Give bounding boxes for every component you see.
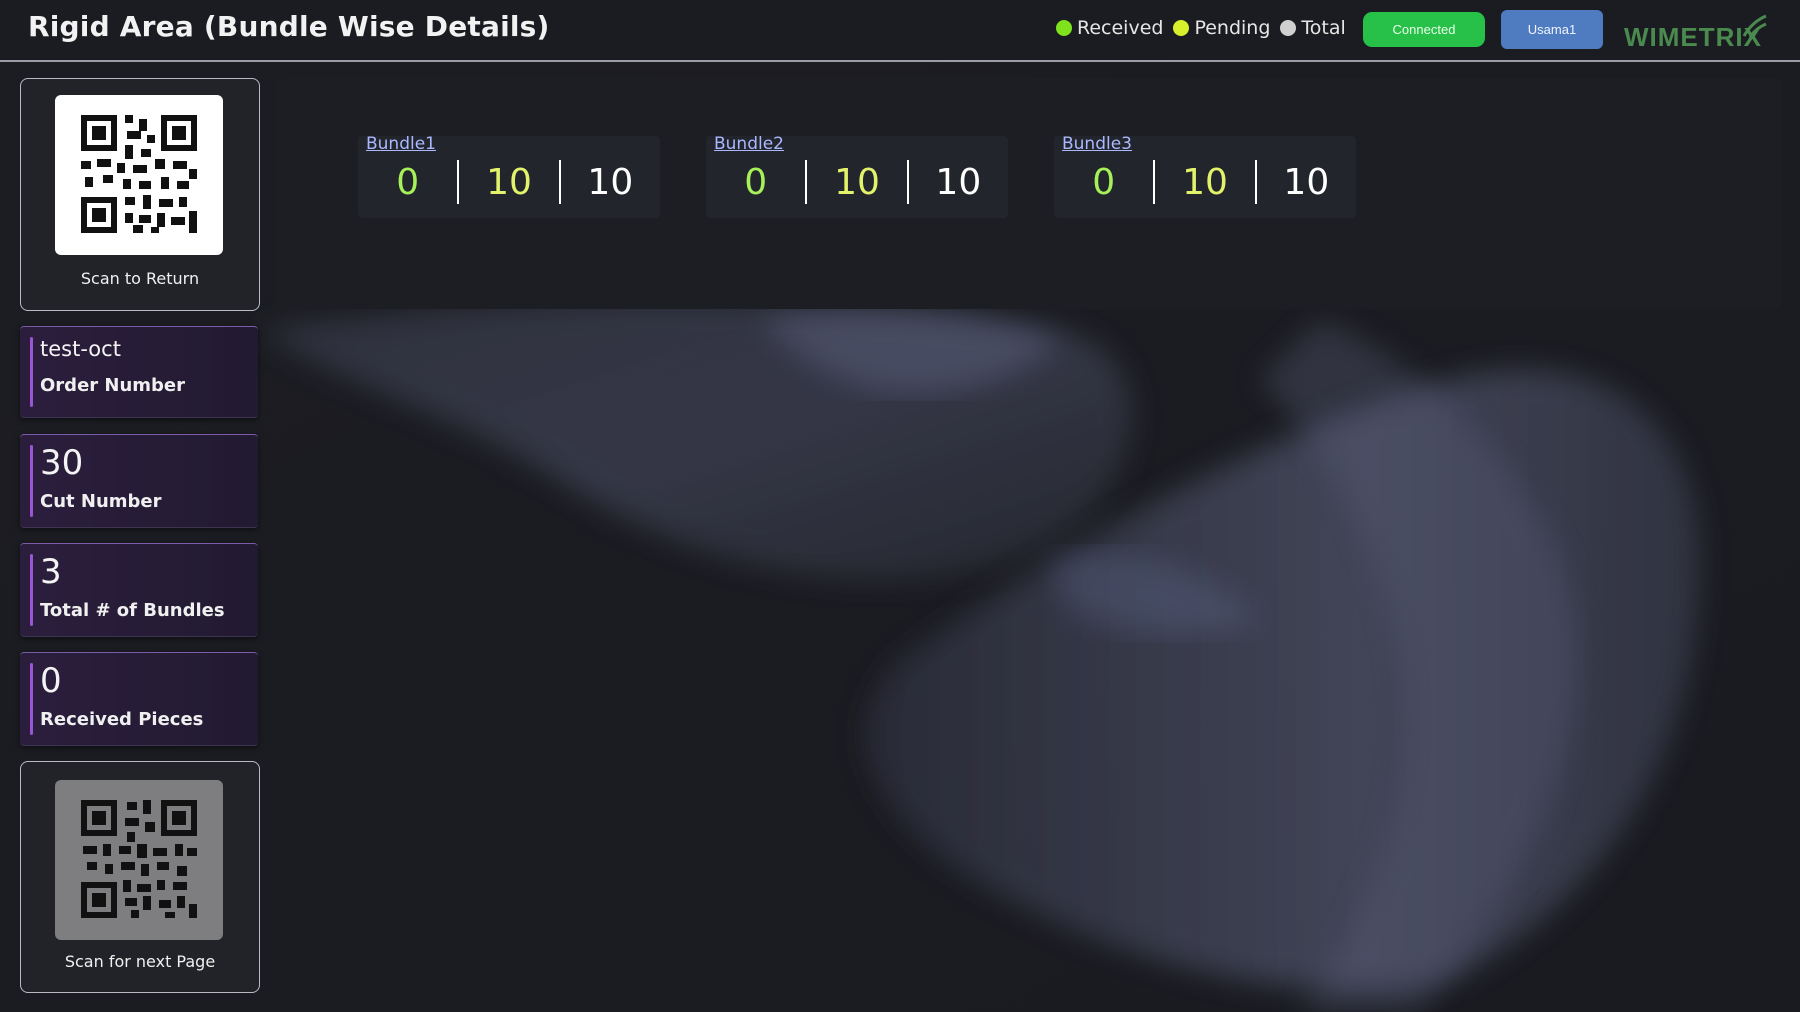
bundle-link[interactable]: Bundle3 (1058, 134, 1136, 154)
page-title: Rigid Area (Bundle Wise Details) (28, 10, 550, 43)
signal-icon (1742, 14, 1767, 38)
legend-label-total: Total (1301, 17, 1346, 39)
order-number-label: Order Number (40, 375, 186, 396)
total-dot-icon (1280, 20, 1297, 36)
return-qr-code[interactable] (55, 95, 223, 255)
next-page-qr-card[interactable]: Scan for next Page (20, 761, 260, 993)
accent-bar (30, 554, 33, 626)
order-number-card: test-oct Order Number (20, 326, 258, 418)
received-pieces-value: 0 (40, 661, 62, 701)
user-button[interactable]: Usama1 (1501, 10, 1603, 49)
bundle-link[interactable]: Bundle2 (710, 134, 788, 154)
legend-item-received: Received (1056, 17, 1163, 39)
bundle-values: 0 10 10 (1054, 156, 1356, 208)
return-qr-label: Scan to Return (80, 269, 200, 288)
received-pieces-label: Received Pieces (40, 709, 204, 730)
accent-bar (30, 663, 33, 735)
cut-number-card: 30 Cut Number (20, 434, 258, 528)
qr-code-icon (81, 800, 197, 918)
wimetrix-logo: WIMETRIX (1624, 10, 1774, 52)
qr-code-icon (81, 115, 197, 233)
pending-dot-icon (1173, 20, 1190, 36)
bundle-values: 0 10 10 (358, 156, 660, 208)
bundle-card: Bundle1 0 10 10 (358, 134, 660, 218)
bundle-link[interactable]: Bundle1 (362, 134, 440, 154)
status-legend: Received Pending Total (1056, 17, 1346, 39)
bundle-received-value: 0 (396, 161, 420, 203)
bundle-pending-value: 10 (834, 161, 880, 203)
next-page-qr-label: Scan for next Page (64, 952, 216, 971)
cut-number-label: Cut Number (40, 491, 162, 512)
bundle-card: Bundle3 0 10 10 (1054, 134, 1356, 218)
bundle-card: Bundle2 0 10 10 (706, 134, 1008, 218)
bundle-received-value: 0 (1092, 161, 1116, 203)
bundle-total-value: 10 (1283, 161, 1330, 203)
bundle-total-value: 10 (587, 161, 634, 203)
bundles-panel: Bundle1 0 10 10 Bundle2 0 10 10 Bundle3 … (276, 78, 1782, 309)
return-qr-card[interactable]: Scan to Return (20, 78, 260, 311)
legend-label-pending: Pending (1194, 17, 1271, 39)
accent-bar (30, 337, 33, 407)
legend-item-total: Total (1280, 17, 1346, 39)
received-dot-icon (1056, 20, 1072, 36)
legend-label-received: Received (1077, 17, 1164, 39)
bundle-received-value: 0 (744, 161, 768, 203)
connection-status-button[interactable]: Connected (1363, 12, 1485, 47)
total-bundles-label: Total # of Bundles (40, 600, 225, 621)
bundle-total-value: 10 (935, 161, 982, 203)
top-bar: Rigid Area (Bundle Wise Details) Receive… (0, 0, 1800, 62)
next-page-qr-code[interactable] (55, 780, 223, 940)
total-bundles-value: 3 (40, 552, 62, 592)
accent-bar (30, 445, 33, 517)
order-number-value: test-oct (40, 337, 121, 361)
received-pieces-card: 0 Received Pieces (20, 652, 258, 746)
bundle-values: 0 10 10 (706, 156, 1008, 208)
legend-item-pending: Pending (1173, 17, 1270, 39)
bundle-pending-value: 10 (486, 161, 532, 203)
total-bundles-card: 3 Total # of Bundles (20, 543, 258, 637)
bundle-pending-value: 10 (1182, 161, 1228, 203)
cut-number-value: 30 (40, 443, 84, 483)
